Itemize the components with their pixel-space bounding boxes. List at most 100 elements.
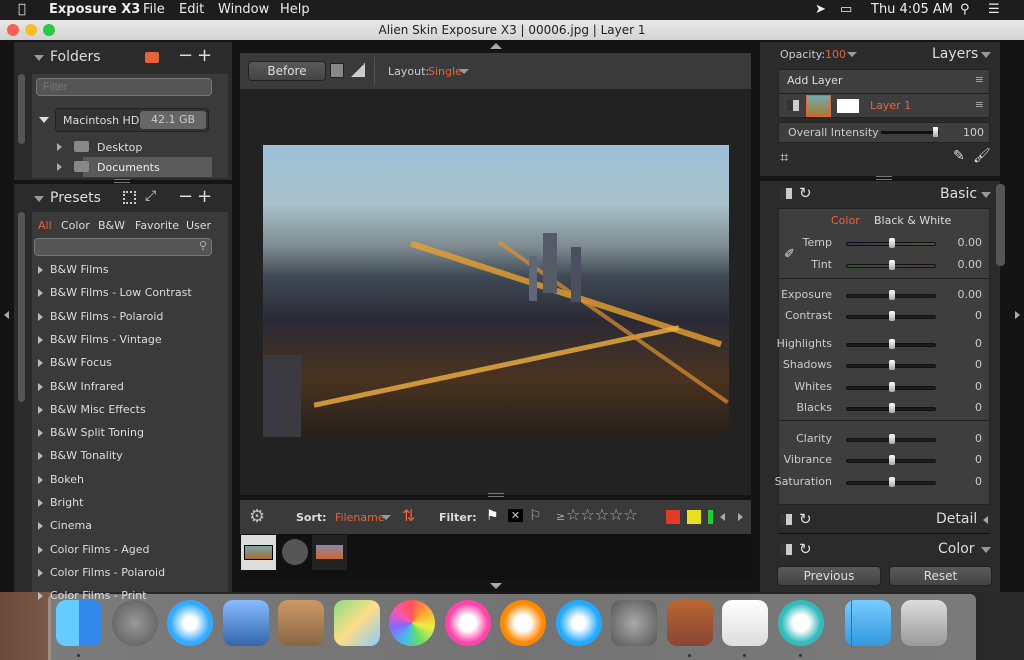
slider-vibrance[interactable]: Vibrance 0 — [778, 452, 990, 468]
dock-itunes-icon[interactable] — [444, 600, 491, 646]
brush-icon[interactable]: 🖌 — [973, 148, 991, 164]
dock-photos-icon[interactable] — [389, 600, 435, 646]
crop-icon[interactable]: ⌗ — [780, 148, 788, 166]
dock-maps-icon[interactable] — [333, 600, 380, 646]
slider-tint[interactable]: Tint 0.00 — [778, 257, 990, 273]
layer-visibility-icon[interactable] — [787, 100, 799, 111]
dock-contacts-icon[interactable] — [278, 600, 324, 646]
dock-trash-icon[interactable] — [900, 600, 947, 646]
slider-knob[interactable] — [889, 455, 895, 465]
slider-clarity[interactable]: Clarity 0 — [778, 431, 990, 447]
minimize-button[interactable] — [25, 24, 37, 36]
menu-file[interactable]: File — [143, 2, 165, 17]
dock-exposure-icon[interactable] — [777, 600, 824, 646]
color-label-red[interactable] — [666, 510, 680, 524]
basic-collapse-icon[interactable] — [981, 192, 991, 198]
expand-icon[interactable] — [38, 452, 43, 461]
panel-resize-handle[interactable] — [876, 176, 892, 180]
apple-menu-icon[interactable]:  — [18, 2, 26, 17]
flag-unflagged-icon[interactable]: ⚐ — [529, 508, 542, 524]
preset-tab-favorite[interactable]: Favorite — [135, 219, 179, 232]
preset-tab-user[interactable]: User — [186, 219, 211, 232]
reset-icon[interactable]: ↻ — [799, 510, 812, 528]
expand-icon[interactable] — [38, 289, 43, 298]
collapse-bottom-icon[interactable] — [490, 583, 502, 589]
preset-tab-all[interactable]: All — [38, 219, 52, 232]
expand-icon[interactable] — [38, 522, 43, 531]
viewer-resize-handle[interactable] — [488, 493, 504, 497]
slider-knob[interactable] — [889, 382, 895, 392]
reset-button[interactable]: Reset — [889, 566, 992, 586]
color-label-green[interactable] — [708, 510, 713, 524]
remove-folder-icon[interactable]: − — [178, 45, 193, 66]
expand-icon[interactable] — [38, 405, 43, 414]
notification-center-icon[interactable]: ☰ — [988, 2, 1000, 17]
slider-value[interactable]: 0 — [975, 358, 982, 371]
layer-thumbnail[interactable] — [806, 95, 831, 117]
mode-bw-tab[interactable]: Black & White — [874, 214, 951, 227]
presets-filter-input[interactable]: ⚲ — [34, 238, 212, 256]
preset-item[interactable]: Color Films - Print — [38, 589, 147, 602]
before-after-toggle-icon[interactable] — [780, 514, 792, 525]
preset-tab-bw[interactable]: B&W — [98, 219, 125, 232]
detail-section-header[interactable]: ↻ Detail — [778, 509, 990, 529]
folder-item-desktop[interactable]: Desktop — [50, 138, 212, 157]
collapse-top-icon[interactable] — [490, 43, 502, 49]
slider-knob[interactable] — [889, 360, 895, 370]
expand-icon[interactable] — [38, 429, 43, 438]
expand-icon[interactable] — [38, 335, 43, 344]
slider-knob[interactable] — [889, 260, 895, 270]
menu-help[interactable]: Help — [280, 2, 310, 17]
folders-scrollbar[interactable] — [18, 74, 25, 144]
slider-contrast[interactable]: Contrast 0 — [778, 308, 990, 324]
slider-highlights[interactable]: Highlights 0 — [777, 336, 990, 352]
color-section-header[interactable]: ↻ Color — [778, 539, 991, 559]
preset-item[interactable]: Color Films - Polaroid — [38, 566, 165, 579]
chevron-down-icon[interactable] — [381, 515, 391, 520]
slider-value[interactable]: 0 — [975, 475, 982, 488]
layer-name[interactable]: Layer 1 — [870, 99, 911, 112]
slider-knob[interactable] — [889, 311, 895, 321]
preset-item[interactable]: Bright — [38, 496, 83, 509]
menu-edit[interactable]: Edit — [179, 2, 204, 17]
remove-preset-icon[interactable]: − — [178, 186, 193, 207]
slider-value[interactable]: 0.00 — [958, 258, 983, 271]
folders-filter-input[interactable] — [36, 78, 212, 96]
drive-expand-icon[interactable] — [39, 117, 49, 123]
chevron-down-icon[interactable] — [459, 69, 469, 74]
expand-icon[interactable] — [38, 592, 43, 601]
menu-icon[interactable]: ≡ — [975, 98, 984, 111]
dock-launchpad-icon[interactable] — [111, 600, 158, 646]
dock-finder-icon[interactable] — [56, 600, 102, 646]
adjustments-scrollbar[interactable] — [996, 184, 1005, 266]
color-label-yellow[interactable] — [687, 510, 701, 524]
dock-mail-icon[interactable] — [222, 600, 269, 646]
rating-filter[interactable]: ☆☆☆☆☆ — [566, 505, 638, 524]
dock-ibooks-icon[interactable] — [500, 600, 546, 646]
slider-knob[interactable] — [889, 238, 895, 248]
intensity-slider[interactable] — [881, 131, 939, 134]
preset-item[interactable]: B&W Split Toning — [38, 426, 144, 439]
preset-item[interactable]: B&W Infrared — [38, 380, 124, 393]
menu-window[interactable]: Window — [218, 2, 269, 17]
slider-value[interactable]: 0 — [975, 432, 982, 445]
slider-value[interactable]: 0 — [975, 401, 982, 414]
preset-tab-color[interactable]: Color — [61, 219, 90, 232]
preset-item[interactable]: Cinema — [38, 519, 92, 532]
slider-exposure[interactable]: Exposure 0.00 — [778, 287, 990, 303]
slider-value[interactable]: 0.00 — [958, 236, 983, 249]
clock[interactable]: Thu 4:05 AM — [871, 2, 953, 17]
collapse-left-icon[interactable] — [4, 311, 9, 319]
slider-temp[interactable]: Temp 0.00 — [778, 235, 990, 251]
slider-knob[interactable] — [889, 339, 895, 349]
reset-icon[interactable]: ↻ — [799, 184, 812, 202]
presets-collapse-icon[interactable] — [34, 196, 44, 202]
preset-item[interactable]: B&W Tonality — [38, 449, 123, 462]
slider-value[interactable]: 0 — [975, 380, 982, 393]
layer-mask[interactable] — [837, 99, 859, 113]
slider-saturation[interactable]: Saturation 0 — [775, 474, 990, 490]
location-icon[interactable]: ➤ — [815, 2, 826, 17]
thumbnail-selected[interactable] — [241, 535, 276, 570]
slider-blacks[interactable]: Blacks 0 — [778, 400, 990, 416]
photo-preview[interactable] — [263, 145, 729, 437]
